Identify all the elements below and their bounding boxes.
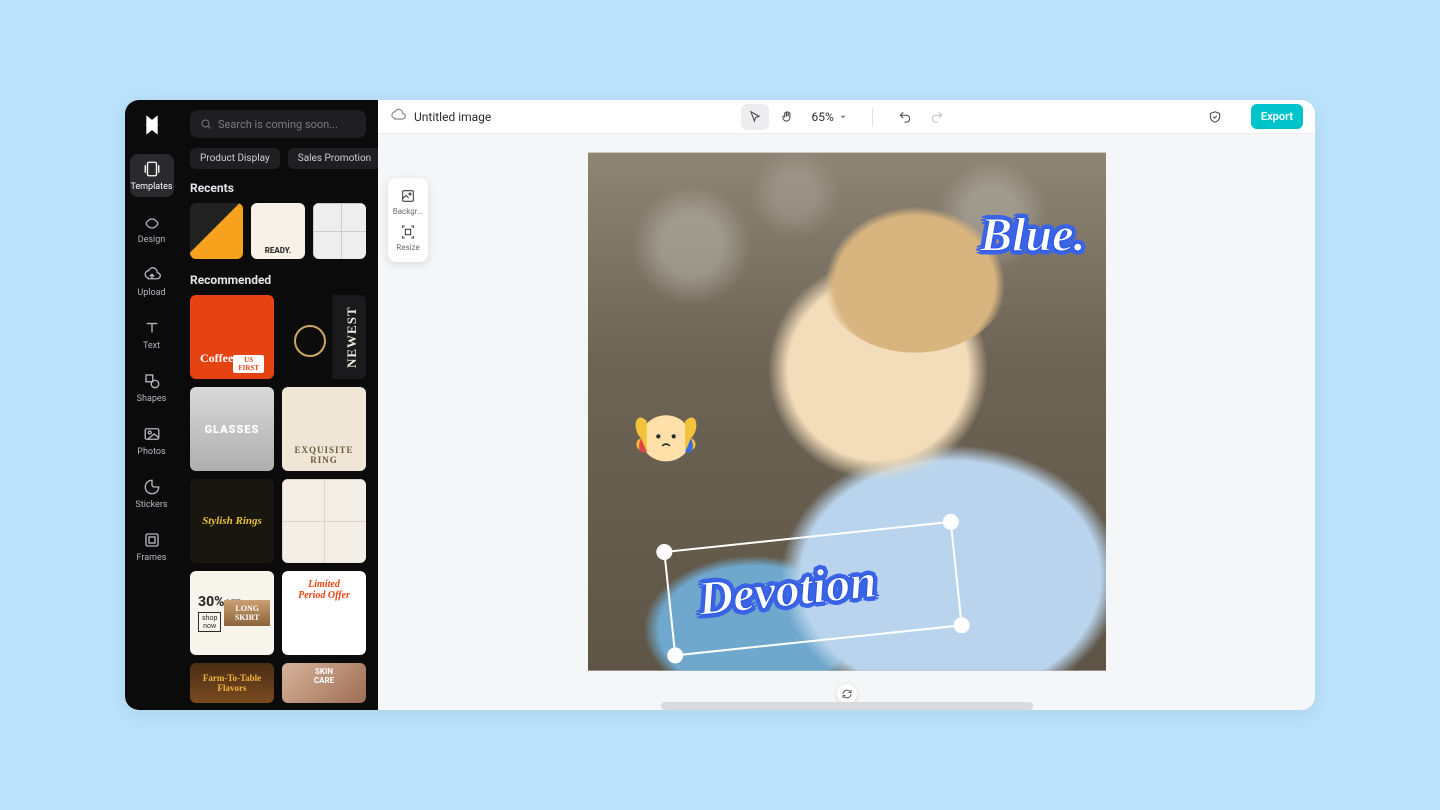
redo-button[interactable]	[923, 104, 951, 130]
templates-panel: Search is coming soon... Product Display…	[178, 100, 378, 710]
recents-grid: READY.	[190, 203, 366, 259]
select-tool[interactable]	[741, 104, 769, 130]
rail-templates-label: Templates	[130, 182, 172, 192]
shield-icon[interactable]	[1201, 104, 1229, 130]
section-recommended: Recommended	[190, 273, 366, 287]
reco-thumb-glasses[interactable]: GLASSES	[190, 387, 274, 471]
rail-upload-label: Upload	[137, 288, 165, 298]
reco-thumb-skincare[interactable]: SKINCARE	[282, 663, 366, 703]
girl-sticker[interactable]	[618, 383, 714, 479]
chevron-down-icon	[838, 112, 848, 122]
rail-stickers-label: Stickers	[135, 500, 167, 510]
zoom-level[interactable]: 65%	[805, 110, 853, 124]
reco-thumb-ring[interactable]: EXQUISITE RING	[282, 387, 366, 471]
rail-templates[interactable]: Templates	[130, 154, 174, 197]
reco-thumb-stylish[interactable]: Stylish Rings	[190, 479, 274, 563]
resize-label: Resize	[396, 243, 419, 252]
export-button[interactable]: Export	[1251, 104, 1303, 129]
rail-photos[interactable]: Photos	[130, 419, 174, 462]
canvas-area[interactable]: Backgr... Resize	[378, 134, 1315, 710]
recent-thumb-3[interactable]	[313, 203, 366, 259]
rail-design-label: Design	[138, 235, 166, 245]
rail-text-label: Text	[143, 341, 160, 351]
rail-photos-label: Photos	[137, 447, 165, 457]
rail-frames-label: Frames	[137, 553, 167, 563]
reco-thumb-farm[interactable]: Farm-To-Table Flavors	[190, 663, 274, 703]
section-recents: Recents	[190, 181, 366, 195]
background-label: Backgr...	[393, 207, 424, 216]
chip-product-display[interactable]: Product Display	[190, 148, 280, 169]
editor: Untitled image 65% Export Backgr...	[378, 100, 1315, 710]
app-logo[interactable]	[137, 110, 167, 140]
undo-button[interactable]	[891, 104, 919, 130]
canvas[interactable]: Blue. Devotion	[588, 153, 1106, 671]
floating-tools: Backgr... Resize	[388, 178, 428, 262]
hand-tool[interactable]	[773, 104, 801, 130]
topbar: Untitled image 65% Export	[378, 100, 1315, 134]
cloud-icon[interactable]	[390, 107, 406, 126]
recent-thumb-1[interactable]	[190, 203, 243, 259]
document-title[interactable]: Untitled image	[414, 110, 491, 124]
rail-frames[interactable]: Frames	[130, 525, 174, 568]
tool-group-cursor: 65%	[741, 104, 853, 130]
recommended-grid: CoffeeUS FIRST NEWEST GLASSES EXQUISITE …	[190, 295, 366, 703]
rail-shapes-label: Shapes	[137, 394, 167, 404]
reco-thumb-coffee[interactable]: CoffeeUS FIRST	[190, 295, 274, 379]
search-input[interactable]: Search is coming soon...	[190, 110, 366, 138]
resize-tool[interactable]: Resize	[396, 220, 419, 256]
tool-group-history	[891, 104, 951, 130]
reco-thumb-skirt[interactable]: 30%OFFshop now LONG SKIRT	[190, 571, 274, 655]
app-window: Templates Design Upload Text Shapes Phot…	[125, 100, 1315, 710]
rail-text[interactable]: Text	[130, 313, 174, 356]
chip-row: Product Display Sales Promotion	[190, 148, 366, 169]
canvas-text-blue[interactable]: Blue.	[980, 208, 1085, 263]
search-placeholder: Search is coming soon...	[218, 118, 338, 131]
reco-thumb-jewelry-grid[interactable]	[282, 479, 366, 563]
rail-upload[interactable]: Upload	[130, 260, 174, 303]
chip-sales-promotion[interactable]: Sales Promotion	[288, 148, 378, 169]
background-tool[interactable]: Backgr...	[393, 184, 424, 220]
recent-thumb-2[interactable]: READY.	[251, 203, 304, 259]
reco-thumb-limited[interactable]: LimitedPeriod Offer	[282, 571, 366, 655]
reco-thumb-newest[interactable]: NEWEST	[282, 295, 366, 379]
search-icon	[200, 118, 212, 130]
rail-design[interactable]: Design	[130, 207, 174, 250]
left-rail: Templates Design Upload Text Shapes Phot…	[125, 100, 178, 710]
horizontal-scrollbar[interactable]	[661, 702, 1033, 710]
divider	[872, 108, 873, 126]
rail-shapes[interactable]: Shapes	[130, 366, 174, 409]
rail-stickers[interactable]: Stickers	[130, 472, 174, 515]
canvas-refresh[interactable]	[837, 684, 857, 704]
